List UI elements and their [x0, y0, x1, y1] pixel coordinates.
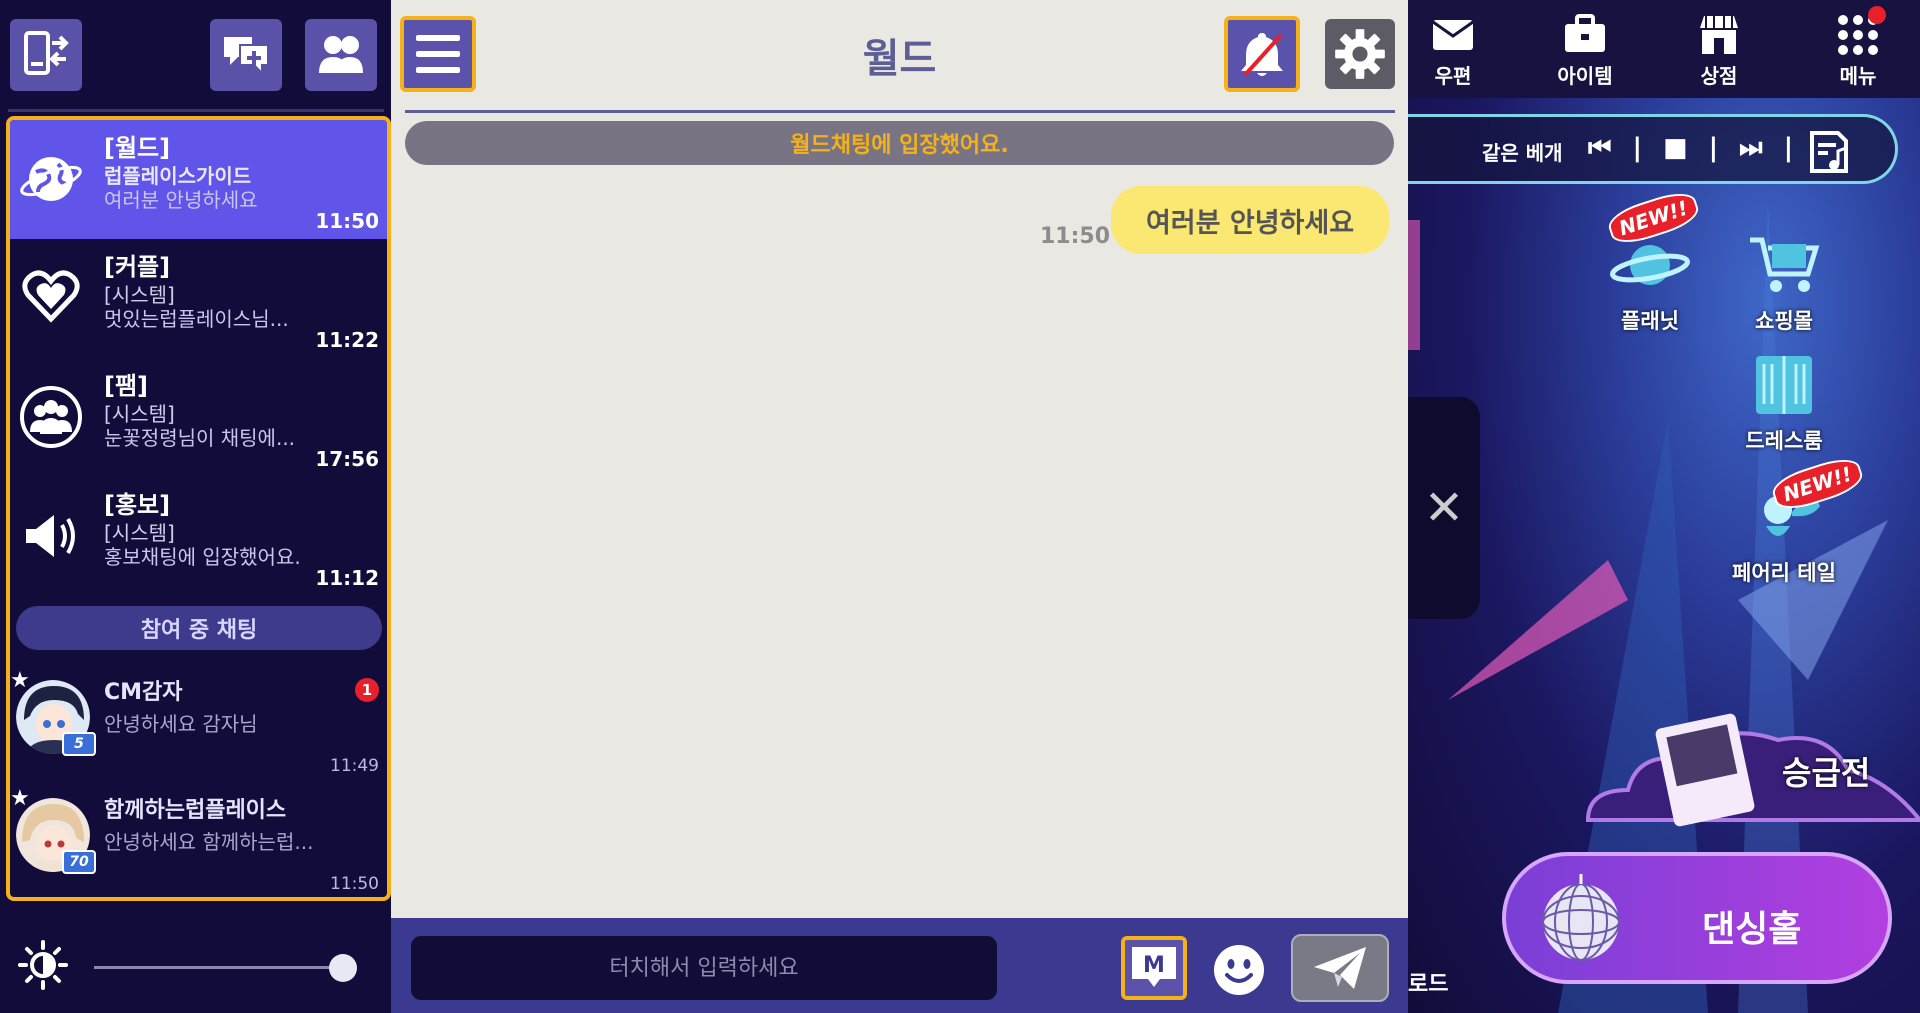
people-icon	[319, 36, 363, 73]
fairy-tale-label: 페어리 테일	[1732, 561, 1836, 585]
message-time: 11:49	[330, 756, 379, 776]
store-label: 상점	[1700, 64, 1738, 88]
favorite-star-icon[interactable]: ★	[10, 786, 30, 811]
room-time: 11:12	[315, 566, 379, 590]
playlist-icon[interactable]	[1808, 129, 1852, 175]
system-notice: 월드채팅에 입장했어요.	[405, 121, 1394, 165]
heart-icon	[22, 270, 80, 323]
last-message: 안녕하세요 함께하는럽...	[104, 830, 314, 854]
room-time: 17:56	[315, 447, 379, 471]
brightness-slider-handle[interactable]	[328, 954, 357, 982]
dance-hall-button[interactable]: 댄싱홀	[1502, 852, 1892, 984]
level-badge: 5	[62, 732, 96, 756]
macro-label: M	[1143, 953, 1165, 978]
room-message: 홍보채팅에 입장했어요.	[104, 545, 301, 569]
room-name: [홍보]	[104, 491, 171, 519]
menu-label: 메뉴	[1839, 64, 1877, 88]
chat-window: 월드 월드채팅에 입장했어요. 11:50 여러분 안녕하세요 터치해서 입력하…	[391, 0, 1408, 1013]
brightness-slider-track[interactable]	[94, 966, 356, 969]
disco-ball-icon	[1542, 874, 1620, 961]
direct-chat-item[interactable]: ★ 5 CM감자 안녕하세요 감자님 1 11:49	[10, 664, 387, 782]
switch-device-icon	[24, 31, 69, 75]
globe-icon	[20, 157, 82, 201]
room-message: 멋있는럽플레이스님...	[104, 307, 289, 331]
chat-room-couple[interactable]: [커플] [시스템] 멋있는럽플레이스님... 11:22	[10, 239, 387, 358]
divider	[8, 109, 384, 112]
bell-muted-icon	[1241, 33, 1283, 77]
dressroom-label: 드레스룸	[1745, 429, 1823, 453]
road-label[interactable]: 로드	[1408, 966, 1448, 998]
settings-button[interactable]	[1325, 19, 1395, 89]
dressroom-button[interactable]: 드레스룸	[1714, 350, 1854, 455]
switch-device-button[interactable]	[10, 19, 82, 91]
dance-hall-label: 댄싱홀	[1702, 909, 1802, 950]
favorite-star-icon[interactable]: ★	[10, 668, 30, 693]
emoji-button[interactable]	[1211, 942, 1267, 998]
room-message: 눈꽃정령님이 채팅에...	[104, 426, 296, 450]
wardrobe-icon	[1756, 356, 1812, 414]
message-time: 11:50	[1040, 224, 1111, 249]
new-chat-button[interactable]	[210, 19, 282, 91]
macro-chat-icon: M	[1132, 947, 1176, 987]
briefcase-icon	[1565, 14, 1605, 52]
main-menu-button[interactable]: 메뉴	[1813, 12, 1903, 92]
my-message-bubble: 여러분 안녕하세요	[1111, 186, 1389, 254]
notification-dot	[1868, 6, 1886, 24]
direct-chat-item[interactable]: ★ 70 함께하는럽플레이스 안녕하세요 함께하는럽... 11:50	[10, 782, 387, 897]
chat-partner-name: CM감자	[104, 680, 183, 705]
music-player: 같은 베개 ⏮ | ■ | ⏭ |	[1408, 114, 1898, 184]
last-message: 안녕하세요 감자님	[104, 712, 258, 736]
mail-button[interactable]: 우편	[1408, 12, 1498, 92]
message-time: 11:50	[330, 874, 379, 894]
shopping-mall-label: 쇼핑몰	[1755, 309, 1813, 333]
music-controls[interactable]: ⏮ | ■ | ⏭ |	[1588, 133, 1799, 164]
room-name: [팸]	[104, 372, 149, 400]
chat-room-family[interactable]: [팸] [시스템] 눈꽃정령님이 채팅에... 17:56	[10, 358, 387, 477]
shopping-cart-icon	[1750, 237, 1820, 292]
store-icon	[1700, 16, 1738, 54]
gear-icon	[1335, 29, 1385, 79]
mute-notifications-button[interactable]	[1224, 16, 1300, 92]
room-message: 여러분 안녕하세요	[104, 188, 258, 212]
group-icon	[20, 386, 82, 448]
promotion-label[interactable]: 승급전	[1782, 748, 1870, 794]
shopping-mall-button[interactable]: 쇼핑몰	[1714, 230, 1854, 335]
brightness-icon	[18, 940, 68, 990]
close-panel-button[interactable]: ✕	[1408, 397, 1480, 619]
store-button[interactable]: 상점	[1674, 12, 1764, 92]
megaphone-icon	[26, 515, 75, 557]
paper-plane-icon	[1314, 947, 1366, 989]
friends-button[interactable]	[305, 19, 377, 91]
music-title: 같은 베개	[1482, 141, 1563, 165]
room-time: 11:22	[315, 328, 379, 352]
divider	[405, 110, 1395, 113]
chat-add-icon	[224, 37, 269, 76]
hamburger-icon	[416, 35, 460, 73]
game-main-screen: 우편 아이템 상점 메뉴 같은 베개 ⏮ | ■ | ⏭ | 플래닛 NEW!!…	[1408, 0, 1920, 1013]
chat-partner-name: 함께하는럽플레이스	[104, 798, 287, 823]
send-button[interactable]	[1291, 934, 1389, 1002]
joined-chats-header: 참여 중 채팅	[16, 606, 382, 650]
chat-sidebar: [월드] 럽플레이스가이드 여러분 안녕하세요 11:50 [커플] [시스템]…	[0, 0, 391, 1013]
mail-icon	[1432, 20, 1474, 50]
room-name: [월드]	[104, 134, 171, 162]
planet-button[interactable]: 플래닛	[1580, 230, 1720, 335]
hamburger-menu-button[interactable]	[400, 16, 476, 92]
item-label: 아이템	[1557, 64, 1613, 88]
macro-button[interactable]: M	[1121, 936, 1187, 1000]
chat-room-promo[interactable]: [홍보] [시스템] 홍보채팅에 입장했어요. 11:12	[10, 477, 387, 596]
chat-input[interactable]	[411, 936, 997, 1000]
planet-label: 플래닛	[1621, 309, 1679, 333]
chat-room-list: [월드] 럽플레이스가이드 여러분 안녕하세요 11:50 [커플] [시스템]…	[6, 116, 391, 901]
item-button[interactable]: 아이템	[1540, 12, 1630, 92]
unread-badge: 1	[355, 678, 379, 702]
room-time: 11:50	[315, 209, 379, 233]
level-badge: 70	[62, 850, 96, 874]
room-name: [커플]	[104, 253, 171, 281]
chat-room-world[interactable]: [월드] 럽플레이스가이드 여러분 안녕하세요 11:50	[10, 120, 387, 239]
mail-label: 우편	[1434, 64, 1472, 88]
